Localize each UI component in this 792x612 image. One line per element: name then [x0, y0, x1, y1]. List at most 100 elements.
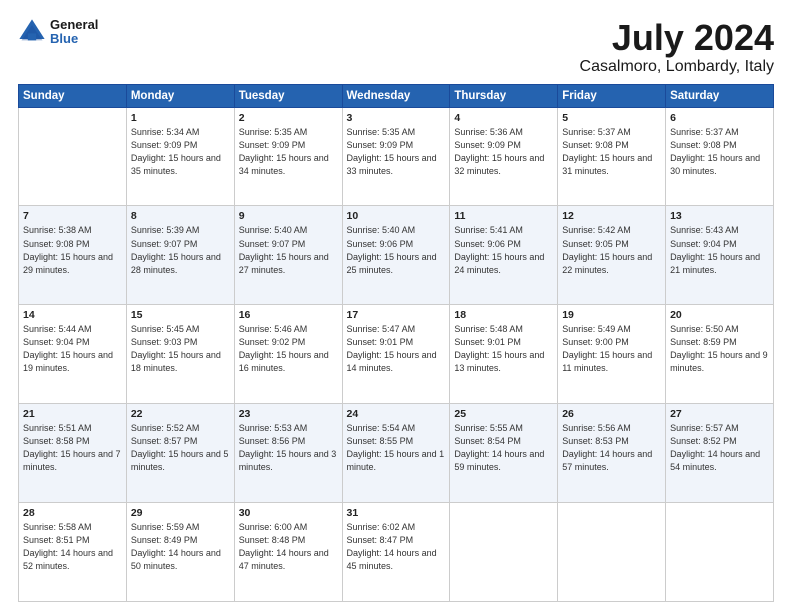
day-info: Sunrise: 5:54 AMSunset: 8:55 PMDaylight:…: [347, 422, 446, 474]
day-info: Sunrise: 5:40 AMSunset: 9:07 PMDaylight:…: [239, 224, 338, 276]
table-row: 18 Sunrise: 5:48 AMSunset: 9:01 PMDayligh…: [450, 305, 558, 404]
day-number: 31: [347, 507, 446, 519]
logo-icon: [18, 18, 46, 46]
day-info: Sunrise: 5:38 AMSunset: 9:08 PMDaylight:…: [23, 224, 122, 276]
col-tuesday: Tuesday: [234, 84, 342, 107]
calendar-week-row: 1Sunrise: 5:34 AMSunset: 9:09 PMDaylight…: [19, 107, 774, 206]
table-row: 10Sunrise: 5:40 AMSunset: 9:06 PMDayligh…: [342, 206, 450, 305]
day-info: Sunrise: 5:43 AMSunset: 9:04 PMDaylight:…: [670, 224, 769, 276]
col-thursday: Thursday: [450, 84, 558, 107]
table-row: 24Sunrise: 5:54 AMSunset: 8:55 PMDayligh…: [342, 404, 450, 503]
day-number: 21: [23, 408, 122, 420]
table-row: 4Sunrise: 5:36 AMSunset: 9:09 PMDaylight…: [450, 107, 558, 206]
day-info: Sunrise: 5:51 AMSunset: 8:58 PMDaylight:…: [23, 422, 122, 474]
table-row: [450, 503, 558, 602]
table-row: 7 Sunrise: 5:38 AMSunset: 9:08 PMDaylight…: [19, 206, 127, 305]
day-info: Sunrise: 5:41 AMSunset: 9:06 PMDaylight:…: [454, 224, 553, 276]
table-row: 26 Sunrise: 5:56 AMSunset: 8:53 PMDayligh…: [558, 404, 666, 503]
day-info: Sunrise: 5:48 AMSunset: 9:01 PMDaylight:…: [454, 323, 553, 375]
col-sunday: Sunday: [19, 84, 127, 107]
logo-text: General Blue: [50, 18, 98, 47]
day-number: 20: [670, 309, 769, 321]
calendar-subtitle: Casalmoro, Lombardy, Italy: [580, 58, 774, 76]
table-row: 25 Sunrise: 5:55 AMSunset: 8:54 PMDayligh…: [450, 404, 558, 503]
day-info: Sunrise: 6:00 AMSunset: 8:48 PMDaylight:…: [239, 521, 338, 573]
table-row: 9 Sunrise: 5:40 AMSunset: 9:07 PMDaylight…: [234, 206, 342, 305]
table-row: 2 Sunrise: 5:35 AMSunset: 9:09 PMDaylight…: [234, 107, 342, 206]
day-info: Sunrise: 5:50 AMSunset: 8:59 PMDaylight:…: [670, 323, 769, 375]
calendar-header-row: Sunday Monday Tuesday Wednesday Thursday…: [19, 84, 774, 107]
day-info: Sunrise: 5:57 AMSunset: 8:52 PMDaylight:…: [670, 422, 769, 474]
day-info: Sunrise: 5:46 AMSunset: 9:02 PMDaylight:…: [239, 323, 338, 375]
day-number: 6: [670, 112, 769, 124]
title-block: July 2024 Casalmoro, Lombardy, Italy: [580, 18, 774, 76]
day-number: 22: [131, 408, 230, 420]
day-info: Sunrise: 5:44 AMSunset: 9:04 PMDaylight:…: [23, 323, 122, 375]
day-number: 17: [347, 309, 446, 321]
table-row: 8 Sunrise: 5:39 AMSunset: 9:07 PMDaylight…: [126, 206, 234, 305]
table-row: 11 Sunrise: 5:41 AMSunset: 9:06 PMDayligh…: [450, 206, 558, 305]
calendar-title: July 2024: [580, 18, 774, 58]
day-number: 29: [131, 507, 230, 519]
calendar-table: Sunday Monday Tuesday Wednesday Thursday…: [18, 84, 774, 602]
table-row: 6 Sunrise: 5:37 AMSunset: 9:08 PMDaylight…: [666, 107, 774, 206]
day-number: 1: [131, 112, 230, 124]
table-row: 13 Sunrise: 5:43 AMSunset: 9:04 PMDayligh…: [666, 206, 774, 305]
table-row: 19Sunrise: 5:49 AMSunset: 9:00 PMDayligh…: [558, 305, 666, 404]
table-row: 1Sunrise: 5:34 AMSunset: 9:09 PMDaylight…: [126, 107, 234, 206]
day-info: Sunrise: 5:36 AMSunset: 9:09 PMDaylight:…: [454, 126, 553, 178]
col-wednesday: Wednesday: [342, 84, 450, 107]
header: General Blue July 2024 Casalmoro, Lombar…: [18, 18, 774, 76]
table-row: 30 Sunrise: 6:00 AMSunset: 8:48 PMDayligh…: [234, 503, 342, 602]
day-info: Sunrise: 5:55 AMSunset: 8:54 PMDaylight:…: [454, 422, 553, 474]
day-info: Sunrise: 5:35 AMSunset: 9:09 PMDaylight:…: [347, 126, 446, 178]
day-number: 2: [239, 112, 338, 124]
table-row: [19, 107, 127, 206]
table-row: [666, 503, 774, 602]
logo-general: General: [50, 18, 98, 32]
day-number: 27: [670, 408, 769, 420]
table-row: 17 Sunrise: 5:47 AMSunset: 9:01 PMDayligh…: [342, 305, 450, 404]
day-number: 14: [23, 309, 122, 321]
page: General Blue July 2024 Casalmoro, Lombar…: [0, 0, 792, 612]
day-number: 18: [454, 309, 553, 321]
day-number: 9: [239, 210, 338, 222]
day-number: 7: [23, 210, 122, 222]
table-row: 28Sunrise: 5:58 AMSunset: 8:51 PMDayligh…: [19, 503, 127, 602]
day-number: 5: [562, 112, 661, 124]
day-info: Sunrise: 5:47 AMSunset: 9:01 PMDaylight:…: [347, 323, 446, 375]
day-info: Sunrise: 5:37 AMSunset: 9:08 PMDaylight:…: [670, 126, 769, 178]
day-number: 26: [562, 408, 661, 420]
day-number: 16: [239, 309, 338, 321]
logo-blue: Blue: [50, 32, 98, 46]
day-info: Sunrise: 5:56 AMSunset: 8:53 PMDaylight:…: [562, 422, 661, 474]
calendar-week-row: 28Sunrise: 5:58 AMSunset: 8:51 PMDayligh…: [19, 503, 774, 602]
day-number: 25: [454, 408, 553, 420]
day-number: 11: [454, 210, 553, 222]
day-number: 13: [670, 210, 769, 222]
table-row: 3Sunrise: 5:35 AMSunset: 9:09 PMDaylight…: [342, 107, 450, 206]
day-number: 23: [239, 408, 338, 420]
logo: General Blue: [18, 18, 98, 47]
col-friday: Friday: [558, 84, 666, 107]
day-number: 12: [562, 210, 661, 222]
day-info: Sunrise: 5:39 AMSunset: 9:07 PMDaylight:…: [131, 224, 230, 276]
table-row: 29 Sunrise: 5:59 AMSunset: 8:49 PMDayligh…: [126, 503, 234, 602]
day-info: Sunrise: 5:53 AMSunset: 8:56 PMDaylight:…: [239, 422, 338, 474]
calendar-week-row: 7 Sunrise: 5:38 AMSunset: 9:08 PMDaylight…: [19, 206, 774, 305]
table-row: 22 Sunrise: 5:52 AMSunset: 8:57 PMDayligh…: [126, 404, 234, 503]
table-row: 14 Sunrise: 5:44 AMSunset: 9:04 PMDayligh…: [19, 305, 127, 404]
day-number: 30: [239, 507, 338, 519]
day-info: Sunrise: 5:52 AMSunset: 8:57 PMDaylight:…: [131, 422, 230, 474]
calendar-week-row: 14 Sunrise: 5:44 AMSunset: 9:04 PMDayligh…: [19, 305, 774, 404]
day-info: Sunrise: 5:59 AMSunset: 8:49 PMDaylight:…: [131, 521, 230, 573]
table-row: 27 Sunrise: 5:57 AMSunset: 8:52 PMDayligh…: [666, 404, 774, 503]
day-number: 8: [131, 210, 230, 222]
day-info: Sunrise: 5:37 AMSunset: 9:08 PMDaylight:…: [562, 126, 661, 178]
table-row: 20 Sunrise: 5:50 AMSunset: 8:59 PMDayligh…: [666, 305, 774, 404]
table-row: 16 Sunrise: 5:46 AMSunset: 9:02 PMDayligh…: [234, 305, 342, 404]
table-row: [558, 503, 666, 602]
day-info: Sunrise: 5:35 AMSunset: 9:09 PMDaylight:…: [239, 126, 338, 178]
day-info: Sunrise: 5:58 AMSunset: 8:51 PMDaylight:…: [23, 521, 122, 573]
table-row: 15Sunrise: 5:45 AMSunset: 9:03 PMDayligh…: [126, 305, 234, 404]
